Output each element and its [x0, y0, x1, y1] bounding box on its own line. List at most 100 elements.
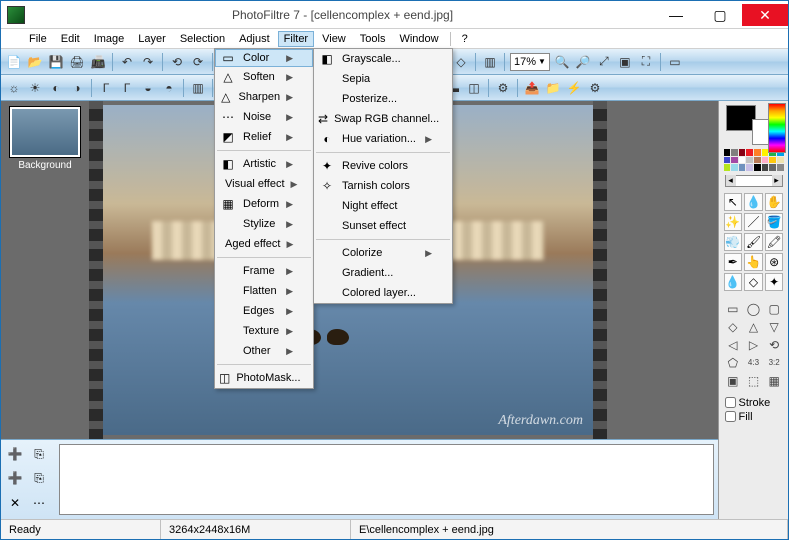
swatch[interactable]: [731, 157, 738, 164]
swatch[interactable]: [731, 149, 738, 156]
tool-pointer[interactable]: ↖: [724, 193, 743, 211]
tb-undo[interactable]: ↶: [118, 53, 136, 71]
color-item-grayscale-[interactable]: ◧Grayscale...: [314, 49, 452, 69]
stroke-checkbox[interactable]: Stroke: [725, 397, 783, 409]
filter-item-relief[interactable]: ◩Relief▶: [215, 127, 313, 147]
tool-erase[interactable]: ◇: [744, 273, 763, 291]
menu-edit[interactable]: Edit: [55, 31, 86, 47]
minimize-button[interactable]: —: [654, 4, 698, 26]
lb-dup2[interactable]: ⎘: [29, 468, 49, 488]
color-item-colorize[interactable]: Colorize▶: [314, 243, 452, 263]
spectrum-strip[interactable]: [768, 103, 786, 153]
shape-diamond[interactable]: ◇: [724, 319, 743, 335]
shape-tri-down[interactable]: ▽: [765, 319, 784, 335]
swatch[interactable]: [754, 157, 761, 164]
filter-item-artistic[interactable]: ◧Artistic▶: [215, 154, 313, 174]
shape-ratio1[interactable]: 4:3: [744, 355, 763, 371]
lb-del[interactable]: ✕: [5, 493, 25, 513]
lb-add2[interactable]: ➕: [5, 468, 25, 488]
shape-ellipse[interactable]: ◯: [744, 301, 763, 317]
tb-redo[interactable]: ↷: [139, 53, 157, 71]
swatch[interactable]: [746, 164, 753, 171]
shape-a[interactable]: ▣: [724, 373, 743, 389]
tool-advbrush[interactable]: ✒: [724, 253, 743, 271]
shape-tri-left[interactable]: ◁: [724, 337, 743, 353]
f-gamma-plus[interactable]: Γ: [118, 79, 136, 97]
shape-b[interactable]: ⬚: [744, 373, 763, 389]
swatch[interactable]: [739, 164, 746, 171]
filter-item-photomask-[interactable]: ◫PhotoMask...: [215, 368, 313, 388]
tool-clone[interactable]: ⊛: [765, 253, 784, 271]
f-bright-plus[interactable]: ☀: [26, 79, 44, 97]
f-module[interactable]: ⚙: [494, 79, 512, 97]
tool-fill[interactable]: 🪣: [765, 213, 784, 231]
zoom-combo[interactable]: 17% ▼: [510, 53, 550, 71]
color-item-swap-rgb-channel-[interactable]: ⇄Swap RGB channel...: [314, 109, 452, 129]
slider-track[interactable]: [736, 176, 772, 186]
tool-retouch[interactable]: ✦: [765, 273, 784, 291]
tool-hand[interactable]: ✋: [765, 193, 784, 211]
f-export[interactable]: 📤: [523, 79, 541, 97]
swatch[interactable]: [746, 157, 753, 164]
swatch[interactable]: [762, 164, 769, 171]
menu-view[interactable]: View: [316, 31, 352, 47]
color-item-gradient-[interactable]: Gradient...: [314, 263, 452, 283]
filter-item-frame[interactable]: Frame▶: [215, 261, 313, 281]
tb-tool-b[interactable]: ◇: [452, 53, 470, 71]
tool-blur[interactable]: 💧: [724, 273, 743, 291]
tb-window[interactable]: ▭: [666, 53, 684, 71]
swatch[interactable]: [724, 157, 731, 164]
tool-wand[interactable]: ✨: [724, 213, 743, 231]
shape-tri-up[interactable]: △: [744, 319, 763, 335]
slider-right-icon[interactable]: ▸: [772, 175, 782, 186]
filter-item-visual-effect[interactable]: Visual effect▶: [215, 174, 313, 194]
shape-rect[interactable]: ▭: [724, 301, 743, 317]
swatch[interactable]: [746, 149, 753, 156]
tool-line[interactable]: ／: [744, 213, 763, 231]
f-sat-plus[interactable]: ◓: [160, 79, 178, 97]
f-photomask[interactable]: ◫: [465, 79, 483, 97]
color-item-night-effect[interactable]: Night effect: [314, 196, 452, 216]
color-item-colored-layer-[interactable]: Colored layer...: [314, 283, 452, 303]
shape-poly[interactable]: ⬠: [724, 355, 743, 371]
layer-thumb-background[interactable]: [10, 107, 80, 157]
filter-item-soften[interactable]: △Soften▶: [215, 67, 313, 87]
swatch[interactable]: [777, 157, 784, 164]
menu-file[interactable]: File: [23, 31, 53, 47]
tb-new[interactable]: 📄: [5, 53, 23, 71]
shape-tri-right[interactable]: ▷: [744, 337, 763, 353]
shape-lasso[interactable]: ⟲: [765, 337, 784, 353]
f-sat-minus[interactable]: ◒: [139, 79, 157, 97]
tb-undo2[interactable]: ⟲: [168, 53, 186, 71]
f-contrast-minus[interactable]: ◐: [47, 79, 65, 97]
tb-redo2[interactable]: ⟳: [189, 53, 207, 71]
tool-smudge[interactable]: 👆: [744, 253, 763, 271]
menu-adjust[interactable]: Adjust: [233, 31, 276, 47]
menu-selection[interactable]: Selection: [174, 31, 231, 47]
menu-filter[interactable]: Filter: [278, 31, 314, 47]
color-selector[interactable]: [726, 105, 782, 145]
f-prefs[interactable]: ⚙: [586, 79, 604, 97]
color-item-tarnish-colors[interactable]: ✧Tarnish colors: [314, 176, 452, 196]
swatch[interactable]: [739, 149, 746, 156]
swatch[interactable]: [739, 157, 746, 164]
tool-pipette[interactable]: 💧: [744, 193, 763, 211]
filter-item-sharpen[interactable]: △Sharpen▶: [215, 87, 313, 107]
shape-roundrect[interactable]: ▢: [765, 301, 784, 317]
menu-image[interactable]: Image: [88, 31, 131, 47]
close-button[interactable]: ✕: [742, 4, 788, 26]
tool-brush[interactable]: 🖌: [744, 233, 763, 251]
filter-item-color[interactable]: ▭Color▶: [215, 49, 313, 67]
lb-more[interactable]: ⋯: [29, 493, 49, 513]
swatch[interactable]: [724, 164, 731, 171]
menu-tools[interactable]: Tools: [354, 31, 392, 47]
swatch[interactable]: [769, 157, 776, 164]
shape-c[interactable]: ▦: [765, 373, 784, 389]
f-browse[interactable]: 📁: [544, 79, 562, 97]
tb-layers[interactable]: ▥: [481, 53, 499, 71]
tb-save[interactable]: 💾: [47, 53, 65, 71]
f-contrast-plus[interactable]: ◑: [68, 79, 86, 97]
filter-item-deform[interactable]: ▦Deform▶: [215, 194, 313, 214]
tb-open[interactable]: 📂: [26, 53, 44, 71]
palette-slider[interactable]: ◂ ▸: [725, 175, 783, 187]
